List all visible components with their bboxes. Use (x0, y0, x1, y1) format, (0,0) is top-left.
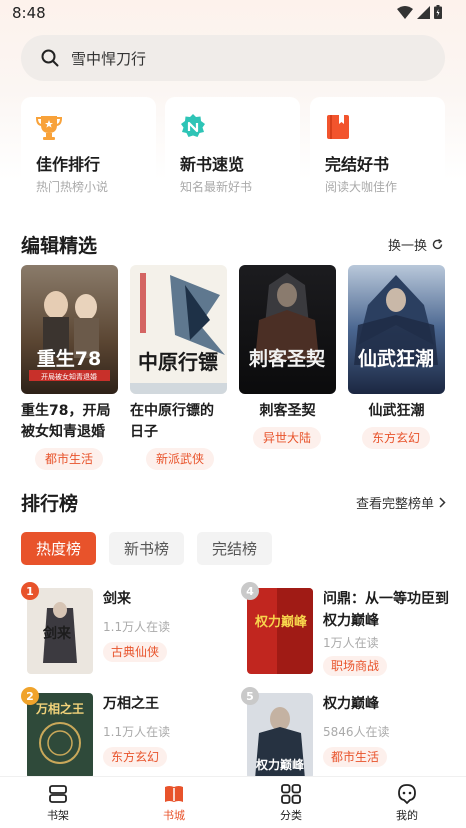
rank-readers: 1.1万人在读 (103, 725, 171, 739)
rank-badge: 5 (241, 687, 259, 705)
view-all-ranking-link[interactable]: 查看完整榜单 (356, 493, 446, 512)
book-title: 仙武狂潮 (368, 403, 425, 419)
book-card[interactable]: 刺客圣契 刺客圣契 异世大陆 (239, 265, 336, 449)
tab-completed[interactable]: 完结榜 (197, 532, 272, 565)
ranking-item[interactable]: 权力巅峰 4 问鼎：从一等功臣到权力巅峰 1万人在读 职场商战 (241, 582, 449, 676)
nav-category[interactable]: 分类 (261, 783, 321, 823)
book-genre-tag[interactable]: 都市生活 (35, 448, 104, 470)
rank-book-title: 万相之王 (103, 696, 159, 712)
book-cover: 重生78 开局被女知青退婚 (21, 265, 118, 394)
category-grid-icon (281, 784, 301, 804)
cover-title: 权力巅峰 (254, 614, 308, 630)
cover-title: 重生78 (37, 347, 101, 370)
category-subtitle: 知名最新好书 (180, 180, 253, 194)
category-card-completed[interactable]: 完结好书 阅读大咖佳作 (310, 97, 445, 208)
rank-genre-tag[interactable]: 东方玄幻 (103, 747, 168, 767)
book-complete-icon (327, 115, 349, 139)
book-title: 在中原行镖的日子 (130, 403, 214, 440)
refresh-button[interactable]: 换一换 (388, 235, 443, 254)
book-card[interactable]: 中原行镖 在中原行镖的日子 新派武侠 (130, 265, 227, 470)
battery-icon (434, 5, 442, 19)
book-genre-tag[interactable]: 新派武侠 (146, 448, 215, 470)
book-cover: 权力巅峰 (247, 693, 313, 779)
tab-hot[interactable]: 热度榜 (21, 532, 96, 565)
book-title: 刺客圣契 (259, 403, 316, 419)
cellular-icon (417, 5, 430, 19)
nav-label: 分类 (280, 809, 302, 822)
editor-picks-title: 编辑精选 (21, 235, 98, 257)
category-subtitle: 阅读大咖佳作 (325, 180, 398, 194)
cover-title: 剑来 (42, 625, 72, 642)
rank-readers: 1.1万人在读 (103, 620, 171, 634)
rank-book-title: 权力巅峰 (323, 696, 379, 712)
nav-profile[interactable]: 我的 (377, 783, 437, 823)
status-time: 8:48 (12, 4, 46, 22)
book-genre-tag[interactable]: 异世大陆 (253, 427, 322, 449)
refresh-label: 换一换 (388, 239, 428, 254)
rank-readers: 1万人在读 (323, 636, 379, 650)
bookshelf-icon (49, 785, 67, 803)
nav-bookshelf[interactable]: 书架 (28, 783, 88, 823)
profile-icon (398, 784, 416, 805)
nav-bookstore[interactable]: 书城 (144, 783, 204, 823)
book-genre-tag[interactable]: 东方玄幻 (362, 427, 431, 449)
category-title: 完结好书 (325, 155, 390, 174)
category-title: 佳作排行 (36, 155, 101, 174)
cover-subtitle: 开局被女知青退婚 (41, 372, 97, 381)
status-icons (397, 5, 442, 19)
cover-title: 中原行镖 (138, 350, 218, 374)
rank-badge: 1 (21, 582, 39, 600)
new-book-icon (181, 114, 205, 137)
rank-book-title: 剑来 (103, 591, 131, 607)
view-all-label: 查看完整榜单 (356, 497, 435, 512)
rank-badge: 2 (21, 687, 39, 705)
ranking-title: 排行榜 (21, 493, 79, 515)
nav-label: 书架 (47, 809, 69, 822)
rank-genre-tag[interactable]: 职场商战 (323, 656, 388, 676)
rank-badge: 4 (241, 582, 259, 600)
nav-label: 书城 (163, 809, 185, 822)
wifi-icon (397, 5, 413, 19)
status-bar: 8:48 (0, 0, 466, 26)
rank-readers: 5846人在读 (323, 725, 390, 739)
cover-title: 仙武狂潮 (358, 347, 434, 370)
book-card[interactable]: 重生78 开局被女知青退婚 重生78，开局被女知青退婚 都市生活 (21, 265, 118, 470)
search-icon (41, 49, 59, 67)
category-card-new-books[interactable]: 新书速览 知名最新好书 (165, 97, 300, 208)
ranking-item[interactable]: 万相之王 2 万相之王 1.1万人在读 东方玄幻 (21, 687, 221, 781)
book-cover: 仙武狂潮 (348, 265, 445, 394)
ranking-item[interactable]: 权力巅峰 5 权力巅峰 5846人在读 都市生活 (241, 687, 441, 781)
search-input[interactable]: 雪中悍刀行 (71, 48, 146, 69)
bottom-nav: 书架 书城 分类 我的 (0, 776, 466, 828)
nav-label: 我的 (396, 809, 418, 822)
cover-title: 万相之王 (35, 701, 84, 716)
book-title: 重生78，开局被女知青退婚 (21, 403, 111, 440)
tab-new[interactable]: 新书榜 (109, 532, 184, 565)
book-cover: 权力巅峰 (247, 588, 313, 674)
bookstore-icon (165, 786, 183, 802)
category-subtitle: 热门热榜小说 (36, 180, 109, 194)
book-cover: 万相之王 (27, 693, 93, 779)
rank-book-title: 问鼎：从一等功臣到权力巅峰 (323, 591, 449, 629)
rank-genre-tag[interactable]: 都市生活 (323, 747, 388, 767)
trophy-icon (35, 116, 63, 140)
category-title: 新书速览 (180, 155, 245, 174)
category-card-top-rated[interactable]: 佳作排行 热门热榜小说 (21, 97, 156, 208)
cover-title: 权力巅峰 (255, 757, 305, 772)
chevron-right-icon (439, 497, 446, 508)
book-cover: 刺客圣契 (239, 265, 336, 394)
rank-genre-tag[interactable]: 古典仙侠 (103, 642, 168, 662)
book-cover: 剑来 (27, 588, 93, 674)
refresh-icon (432, 239, 443, 250)
book-cover: 中原行镖 (130, 265, 227, 394)
ranking-item[interactable]: 剑来 1 剑来 1.1万人在读 古典仙侠 (21, 582, 221, 676)
book-card[interactable]: 仙武狂潮 仙武狂潮 东方玄幻 (348, 265, 445, 449)
search-bar[interactable]: 雪中悍刀行 (21, 35, 445, 81)
cover-title: 刺客圣契 (249, 347, 326, 370)
